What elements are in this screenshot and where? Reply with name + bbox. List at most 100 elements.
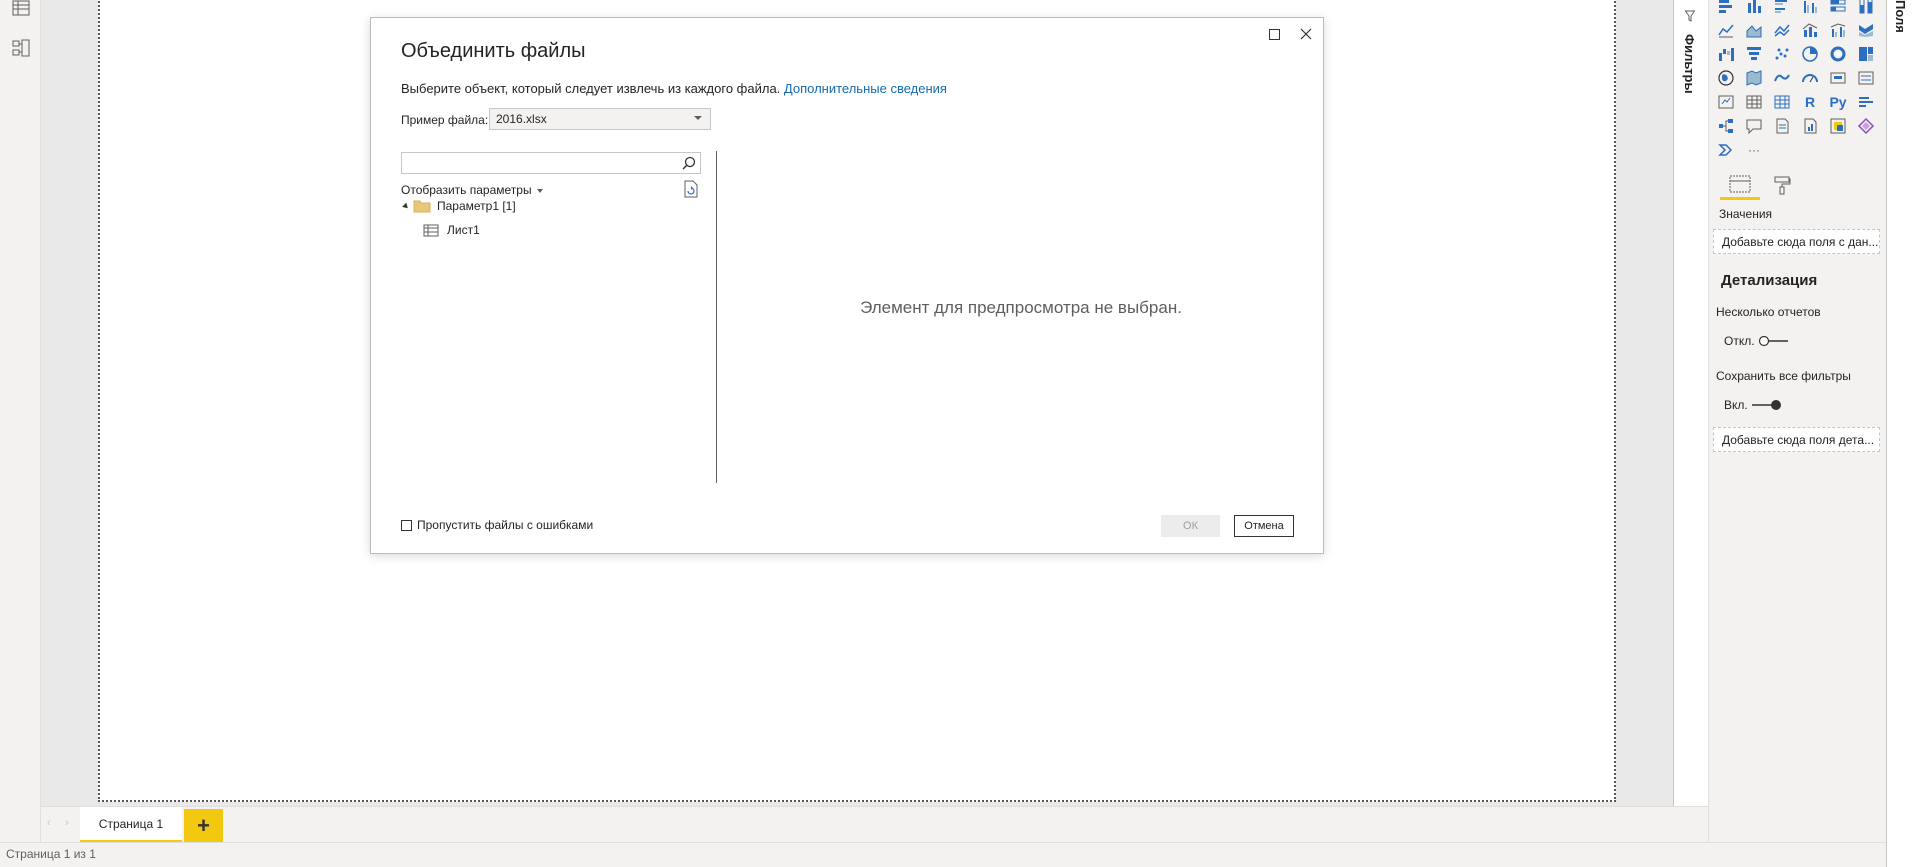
filled-map-icon[interactable] <box>1740 66 1768 90</box>
folder-icon <box>413 200 431 213</box>
scatter-chart-icon[interactable] <box>1768 42 1796 66</box>
dialog-description: Выберите объект, который следует извлечь… <box>401 81 947 96</box>
show-params-dropdown[interactable]: Отобразить параметры <box>401 183 543 197</box>
sample-file-select[interactable]: 2016.xlsx <box>489 108 711 130</box>
shape-map-icon[interactable] <box>1768 66 1796 90</box>
drillthrough-heading: Детализация <box>1721 272 1818 289</box>
card-icon[interactable] <box>1824 66 1852 90</box>
treemap-icon[interactable] <box>1852 42 1880 66</box>
fields-pane[interactable] <box>1886 0 1919 867</box>
page-tab-1[interactable]: Страница 1 <box>80 807 182 843</box>
clustered-bar-chart-icon[interactable] <box>1768 0 1796 18</box>
gauge-icon[interactable] <box>1796 66 1824 90</box>
values-well-label: Значения <box>1719 207 1773 221</box>
page-tabs-bar: ‹ › Страница 1 + <box>41 806 1708 843</box>
add-page-button[interactable]: + <box>184 809 223 842</box>
combine-files-dialog: Объединить файлы Выберите объект, которы… <box>370 17 1324 554</box>
line-chart-icon[interactable] <box>1712 18 1740 42</box>
values-drop-well[interactable]: Добавьте сюда поля с дан... <box>1713 229 1880 254</box>
sample-file-value: 2016.xlsx <box>496 112 547 126</box>
map-icon[interactable] <box>1712 66 1740 90</box>
chevron-down-icon <box>694 116 702 120</box>
skip-errors-row[interactable]: Пропустить файлы с ошибками <box>401 518 593 532</box>
py-visual-label: Py <box>1829 94 1847 110</box>
expand-arrow-icon[interactable] <box>402 202 410 210</box>
matrix-icon[interactable]: R <box>1796 90 1824 114</box>
close-icon[interactable] <box>1296 24 1316 44</box>
keep-filters-state: Вкл. <box>1724 398 1748 412</box>
100-stacked-column-chart-icon[interactable] <box>1852 0 1880 18</box>
status-bar: Страница 1 из 1 <box>0 842 1919 867</box>
fields-grid-icon <box>1729 175 1751 192</box>
kpi-icon[interactable] <box>1712 90 1740 114</box>
cross-report-toggle[interactable] <box>1758 335 1790 347</box>
stacked-area-chart-icon[interactable] <box>1768 18 1796 42</box>
more-visuals-label: ··· <box>1748 143 1760 157</box>
keep-filters-toggle[interactable] <box>1750 399 1782 411</box>
drillthrough-drop-well[interactable]: Добавьте сюда поля дета... <box>1713 427 1880 452</box>
smart-narrative-icon[interactable] <box>1768 114 1796 138</box>
tree-item-label: Лист1 <box>447 223 480 237</box>
sample-file-label: Пример файла: <box>401 113 489 127</box>
decomposition-tree-icon[interactable] <box>1712 114 1740 138</box>
line-and-clustered-column-chart-icon[interactable] <box>1824 18 1852 42</box>
key-influencers-icon[interactable] <box>1852 90 1880 114</box>
chevron-visual-icon[interactable] <box>1712 138 1740 162</box>
cancel-button[interactable]: Отмена <box>1234 515 1294 537</box>
left-view-rail <box>0 0 41 842</box>
stacked-bar-chart-icon[interactable] <box>1712 0 1740 18</box>
cross-report-label: Несколько отчетов <box>1716 305 1821 319</box>
tree-item-label: Параметр1 [1] <box>437 199 516 213</box>
skip-errors-checkbox[interactable] <box>401 519 412 531</box>
table-icon[interactable] <box>1768 90 1796 114</box>
navigator-search-input[interactable] <box>401 152 701 174</box>
qa-visual-icon[interactable] <box>1740 114 1768 138</box>
caret-down-icon <box>536 188 543 193</box>
ribbon-chart-icon[interactable] <box>1852 18 1880 42</box>
python-visual-icon[interactable]: Py <box>1824 90 1852 114</box>
tree-item-sheet1[interactable]: Лист1 <box>423 223 480 237</box>
multi-row-card-icon[interactable] <box>1852 66 1880 90</box>
next-page-arrow-icon[interactable]: › <box>65 817 69 829</box>
donut-chart-icon[interactable] <box>1824 42 1852 66</box>
show-params-label: Отобразить параметры <box>401 183 532 197</box>
power-automate-icon[interactable] <box>1852 114 1880 138</box>
ok-button[interactable]: ОК <box>1161 515 1220 537</box>
prev-page-arrow-icon[interactable]: ‹ <box>47 817 51 829</box>
dialog-description-text: Выберите объект, который следует извлечь… <box>401 81 781 96</box>
tree-item-parameter1[interactable]: Параметр1 [1] <box>402 199 516 213</box>
filters-pane-label[interactable]: Фильтры <box>1682 34 1697 94</box>
slicer-icon[interactable] <box>1740 90 1768 114</box>
pane-tabs <box>1720 170 1870 200</box>
skip-errors-label: Пропустить файлы с ошибками <box>417 518 594 532</box>
funnel-chart-icon[interactable] <box>1740 42 1768 66</box>
fields-pane-label[interactable]: Поля <box>1893 0 1908 33</box>
dialog-title: Объединить файлы <box>401 40 586 62</box>
cross-report-state: Откл. <box>1724 334 1755 348</box>
page-count-status: Страница 1 из 1 <box>6 847 96 861</box>
visual-gallery: R Py ··· <box>1712 0 1877 162</box>
learn-more-link[interactable]: Дополнительные сведения <box>784 81 947 96</box>
paginated-report-icon[interactable] <box>1796 114 1824 138</box>
fields-tab[interactable] <box>1720 170 1760 200</box>
more-visuals-icon[interactable]: ··· <box>1740 138 1768 162</box>
format-tab[interactable] <box>1762 170 1802 200</box>
100-stacked-bar-chart-icon[interactable] <box>1824 0 1852 18</box>
keep-filters-label: Сохранить все фильтры <box>1716 369 1851 383</box>
filter-funnel-icon[interactable] <box>1684 10 1696 25</box>
pie-chart-icon[interactable] <box>1796 42 1824 66</box>
search-icon[interactable] <box>682 156 696 173</box>
filters-pane[interactable] <box>1673 0 1708 806</box>
paint-roller-icon <box>1774 176 1791 195</box>
waterfall-chart-icon[interactable] <box>1712 42 1740 66</box>
stacked-column-chart-icon[interactable] <box>1740 0 1768 18</box>
data-view-icon[interactable] <box>11 0 31 18</box>
clustered-column-chart-icon[interactable] <box>1796 0 1824 18</box>
r-visual-label: R <box>1804 94 1816 110</box>
area-chart-icon[interactable] <box>1740 18 1768 42</box>
maximize-icon[interactable] <box>1264 24 1284 44</box>
power-apps-icon[interactable] <box>1824 114 1852 138</box>
model-view-icon[interactable] <box>11 38 31 58</box>
line-and-column-chart-icon[interactable] <box>1796 18 1824 42</box>
refresh-preview-icon[interactable] <box>683 180 699 201</box>
